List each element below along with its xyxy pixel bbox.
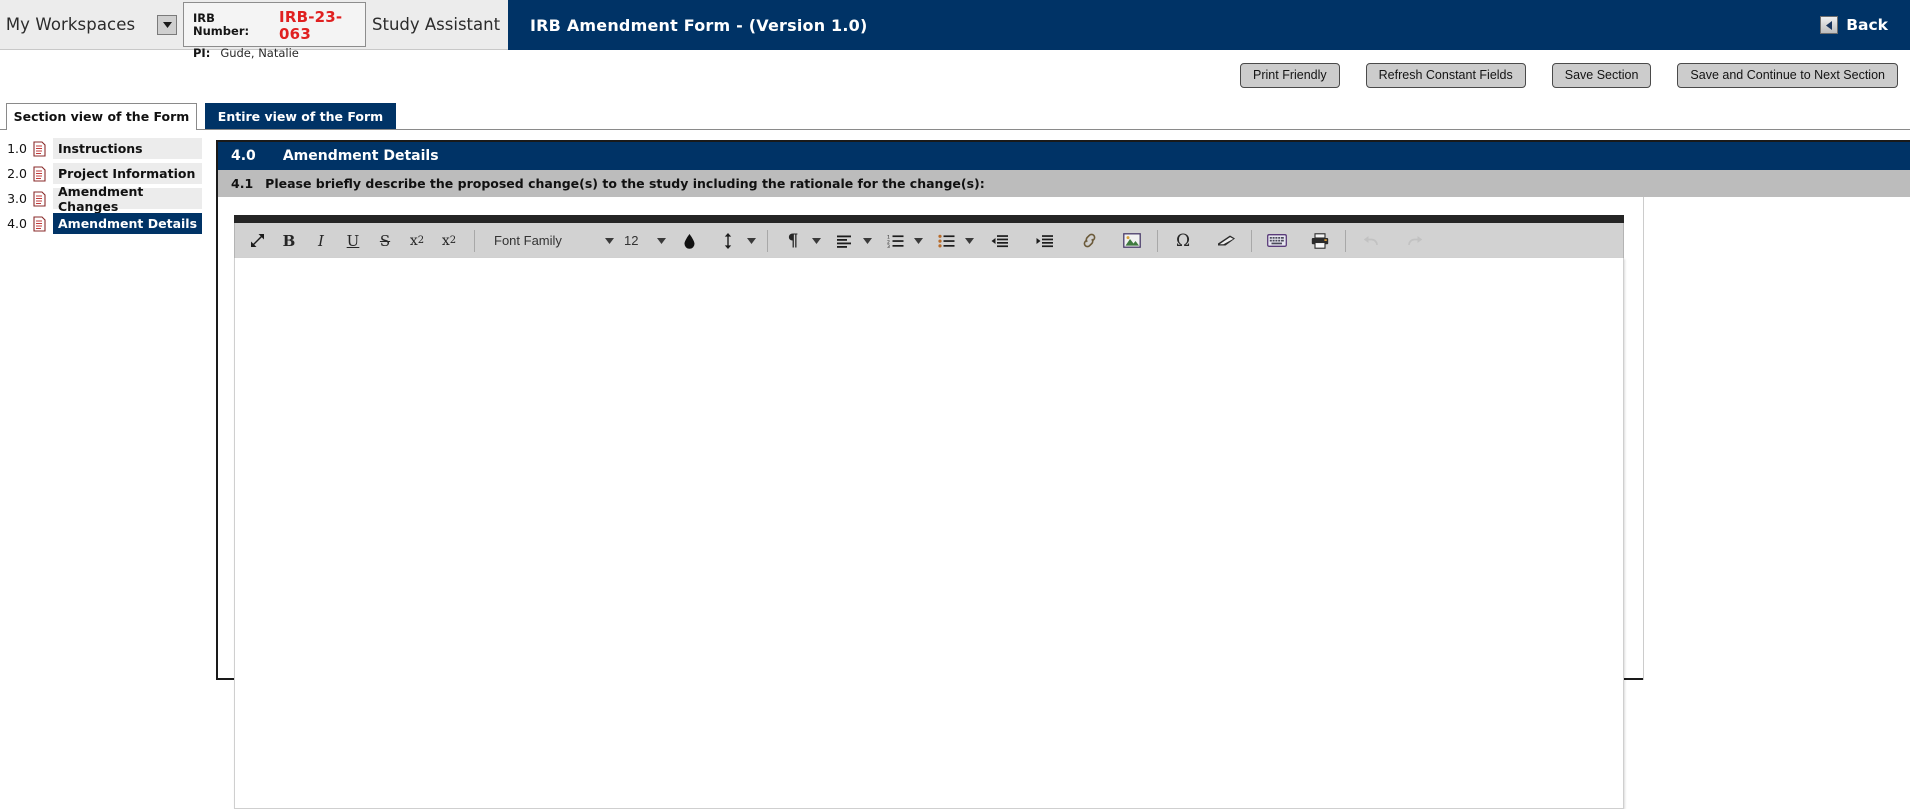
undo-icon[interactable] — [1358, 227, 1384, 255]
pi-value: Gude, Natalie — [220, 45, 299, 60]
tab-underline-mask — [7, 129, 196, 130]
sidebar-item-label: Instructions — [53, 138, 202, 159]
chevron-down-icon[interactable] — [962, 227, 976, 255]
section-header: 4.0 Amendment Details — [218, 142, 1910, 170]
strikethrough-icon[interactable]: S — [372, 227, 398, 255]
sidebar-item-number: 3.0 — [7, 191, 27, 206]
sidebar-item-label: Project Information — [53, 163, 202, 184]
editor-toolbar: B I U S x2 x2 Font Family 12 ¶ 1 2 3 Ω — [234, 223, 1624, 258]
sidebar-item-number: 1.0 — [7, 141, 27, 156]
sidebar-item-project-information[interactable]: 2.0 Project Information — [0, 163, 202, 184]
chevron-down-icon[interactable] — [809, 227, 823, 255]
right-blank-column — [1643, 197, 1910, 680]
text-color-icon[interactable] — [676, 227, 702, 255]
expand-icon[interactable] — [244, 227, 270, 255]
keyboard-shortcuts-icon[interactable] — [1264, 227, 1290, 255]
my-workspaces-menu[interactable]: My Workspaces — [0, 0, 183, 49]
tab-section-view[interactable]: Section view of the Form — [6, 103, 197, 130]
toolbar-separator — [1157, 229, 1158, 252]
redo-icon[interactable] — [1401, 227, 1427, 255]
line-height-icon[interactable] — [715, 227, 741, 255]
form-content-panel: 4.0 Amendment Details 4.1 Please briefly… — [216, 140, 1910, 809]
form-title-bar: IRB Amendment Form - (Version 1.0) Back — [508, 0, 1910, 50]
question-number: 4.1 — [231, 176, 254, 191]
my-workspaces-label: My Workspaces — [5, 15, 136, 34]
editor-top-accent-bar — [234, 215, 1624, 223]
chevron-down-icon[interactable] — [654, 227, 668, 255]
editor-content-area[interactable] — [234, 258, 1624, 809]
font-size-select[interactable]: 12 — [616, 227, 654, 255]
page-title: IRB Amendment Form - (Version 1.0) — [530, 15, 868, 35]
toolbar-separator — [1251, 229, 1252, 252]
link-icon[interactable] — [1076, 227, 1102, 255]
chevron-down-icon[interactable] — [911, 227, 925, 255]
document-icon — [32, 140, 47, 157]
view-tabs: Section view of the Form Entire view of … — [0, 103, 1910, 130]
irb-info-box: IRB Number: IRB-23-063 PI: Gude, Natalie — [183, 2, 366, 59]
sidebar-item-number: 4.0 — [7, 216, 27, 231]
sidebar-item-amendment-details[interactable]: 4.0 Amendment Details — [0, 213, 202, 234]
study-assistant-label: Study Assistant — [372, 15, 501, 34]
special-character-icon[interactable]: Ω — [1170, 227, 1196, 255]
sidebar-item-label: Amendment Details — [53, 213, 202, 234]
bold-icon[interactable]: B — [276, 227, 302, 255]
toolbar-separator — [1345, 229, 1346, 252]
chevron-down-icon[interactable] — [860, 227, 874, 255]
pi-label: PI: — [193, 45, 211, 60]
arrow-left-icon — [1820, 16, 1839, 34]
paragraph-format-icon[interactable]: ¶ — [780, 227, 806, 255]
save-section-button[interactable]: Save Section — [1551, 62, 1652, 88]
outdent-icon[interactable] — [986, 227, 1012, 255]
sidebar-item-instructions[interactable]: 1.0 Instructions — [0, 138, 202, 159]
align-icon[interactable] — [831, 227, 857, 255]
italic-icon[interactable]: I — [308, 227, 334, 255]
clear-formatting-icon[interactable] — [1213, 227, 1239, 255]
chevron-down-icon[interactable] — [157, 14, 178, 35]
section-title: Amendment Details — [282, 148, 439, 164]
tab-underline — [0, 129, 1910, 130]
underline-icon[interactable]: U — [340, 227, 366, 255]
unordered-list-icon[interactable] — [933, 227, 959, 255]
chevron-down-icon[interactable] — [602, 227, 616, 255]
document-icon — [32, 215, 47, 232]
sidebar-item-number: 2.0 — [7, 166, 27, 181]
sidebar-item-label: Amendment Changes — [53, 184, 202, 214]
refresh-constant-fields-button[interactable]: Refresh Constant Fields — [1365, 62, 1526, 88]
superscript-icon[interactable]: x2 — [436, 227, 462, 255]
print-friendly-button[interactable]: Print Friendly — [1240, 62, 1340, 88]
section-navigation-sidebar: 1.0 Instructions 2.0 Project Information… — [0, 138, 202, 238]
save-and-continue-button[interactable]: Save and Continue to Next Section — [1677, 62, 1898, 88]
document-icon — [32, 190, 47, 207]
section-number: 4.0 — [231, 148, 256, 164]
tab-entire-view[interactable]: Entire view of the Form — [205, 103, 396, 130]
top-bar: My Workspaces IRB Number: IRB-23-063 PI:… — [0, 0, 1910, 59]
back-button[interactable]: Back — [1820, 16, 1888, 34]
toolbar-separator — [767, 229, 768, 252]
font-family-select[interactable]: Font Family — [484, 227, 602, 255]
indent-icon[interactable] — [1031, 227, 1057, 255]
svg-text:3: 3 — [887, 244, 890, 248]
pi-row: PI: Gude, Natalie — [193, 44, 365, 60]
sidebar-item-amendment-changes[interactable]: 3.0 Amendment Changes — [0, 184, 202, 214]
irb-number-label: IRB Number: — [193, 11, 250, 39]
document-icon — [32, 165, 47, 182]
question-bar: 4.1 Please briefly describe the proposed… — [218, 170, 1910, 197]
image-icon[interactable] — [1119, 227, 1145, 255]
back-label: Back — [1846, 16, 1888, 34]
ordered-list-icon[interactable]: 123 — [882, 227, 908, 255]
print-icon[interactable] — [1307, 227, 1333, 255]
subscript-icon[interactable]: x2 — [404, 227, 430, 255]
chevron-down-icon[interactable] — [744, 227, 758, 255]
action-button-row: Print Friendly Refresh Constant Fields S… — [1240, 62, 1898, 88]
toolbar-separator — [474, 229, 475, 252]
question-text: Please briefly describe the proposed cha… — [265, 176, 985, 191]
irb-number-value: IRB-23-063 — [279, 8, 343, 44]
rich-text-editor: B I U S x2 x2 Font Family 12 ¶ 1 2 3 Ω — [234, 215, 1624, 809]
irb-number-row: IRB Number: IRB-23-063 — [193, 8, 365, 44]
